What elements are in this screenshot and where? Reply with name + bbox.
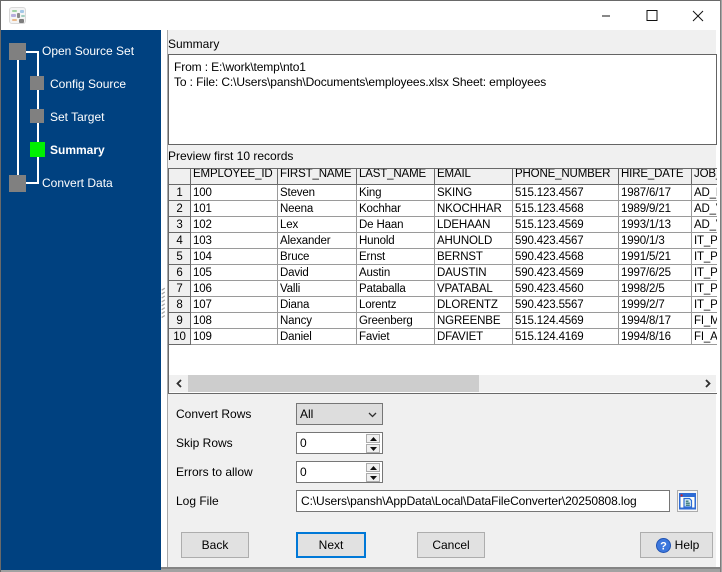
svg-text:?: ? — [660, 541, 667, 553]
